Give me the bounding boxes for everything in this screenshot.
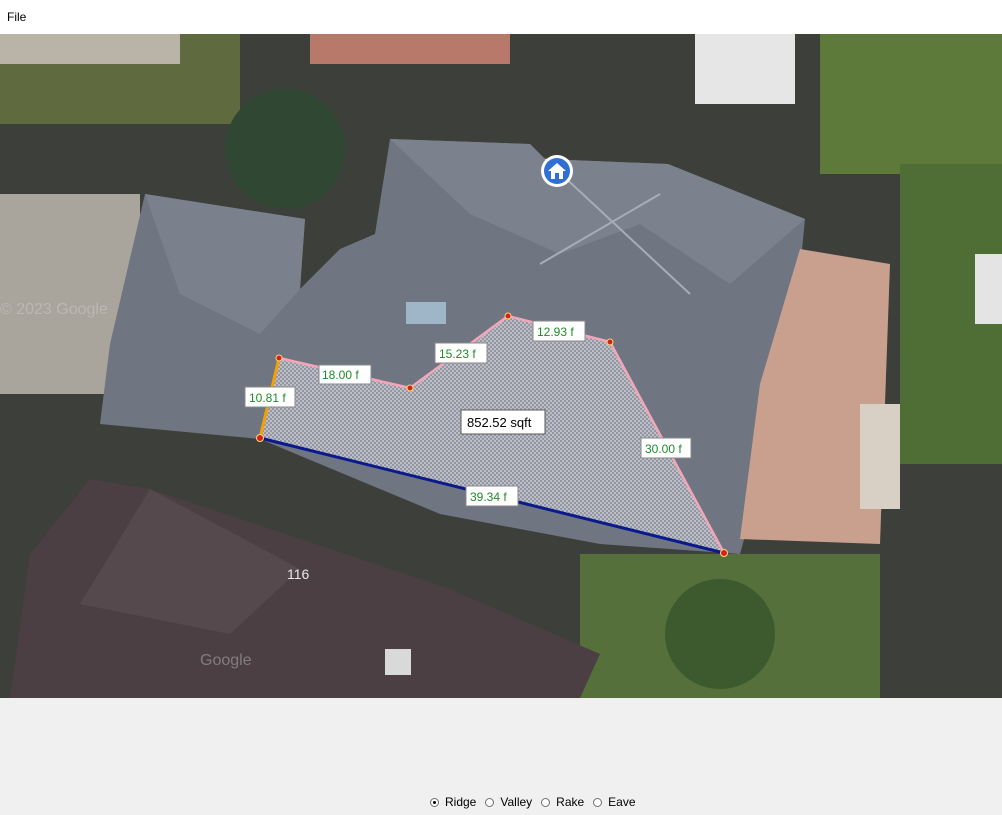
svg-text:30.00 f: 30.00 f <box>645 442 682 456</box>
radio-ridge-label: Ridge <box>445 795 477 809</box>
vertex-3 <box>406 384 414 392</box>
radio-valley-button[interactable] <box>485 797 495 807</box>
home-marker-icon[interactable] <box>541 155 573 187</box>
building-top-left <box>0 34 180 64</box>
radio-eave-label: Eave <box>608 795 636 809</box>
svg-text:12.93 f: 12.93 f <box>537 325 574 339</box>
area-label: 852.52 sqft <box>460 409 546 435</box>
map-watermark-bottom: Google <box>200 652 252 669</box>
svg-text:852.52 sqft: 852.52 sqft <box>467 415 532 430</box>
skylight <box>406 302 446 324</box>
vertex-1 <box>256 434 264 442</box>
radio-eave-button[interactable] <box>593 797 603 807</box>
radio-ridge-button[interactable] <box>430 797 439 807</box>
segment-label-2: 18.00 f <box>318 364 372 385</box>
vertex-2 <box>275 354 283 362</box>
map-canvas[interactable]: © 2023 Google Google 116 10.81 f 18.00 f… <box>0 34 1002 698</box>
vertex-6 <box>720 549 728 557</box>
radio-eave[interactable]: Eave <box>593 795 636 809</box>
lawn-top-right <box>820 34 1002 174</box>
radio-valley[interactable]: Valley <box>485 795 532 809</box>
building-top-center <box>310 34 510 64</box>
map-watermark: © 2023 Google <box>0 301 108 318</box>
tree-bottom <box>665 579 775 689</box>
satellite-map[interactable]: © 2023 Google Google 116 10.81 f 18.00 f… <box>0 34 1002 698</box>
svg-text:15.23 f: 15.23 f <box>439 347 476 361</box>
patio <box>860 404 900 509</box>
house-number-label: 116 <box>287 566 310 582</box>
shed-top <box>695 34 795 104</box>
edge-type-radio-group: Ridge Valley Rake Eave <box>430 793 645 811</box>
radio-rake[interactable]: Rake <box>541 795 584 809</box>
svg-text:18.00 f: 18.00 f <box>322 368 359 382</box>
radio-valley-label: Valley <box>500 795 533 809</box>
menu-bar: File <box>0 0 1002 34</box>
neighbor-vent <box>385 649 411 675</box>
radio-rake-button[interactable] <box>541 797 551 807</box>
radio-rake-label: Rake <box>556 795 585 809</box>
segment-label-5: 30.00 f <box>640 437 692 459</box>
structure-right <box>975 254 1002 324</box>
file-menu[interactable]: File <box>7 10 26 24</box>
segment-label-6: 39.34 f <box>465 485 519 507</box>
segment-label-4: 12.93 f <box>532 320 586 342</box>
segment-label-1: 10.81 f <box>244 386 296 408</box>
vertex-4 <box>504 312 512 320</box>
tree <box>225 89 345 209</box>
svg-text:39.34 f: 39.34 f <box>470 490 507 504</box>
svg-text:10.81 f: 10.81 f <box>249 391 286 405</box>
vertex-5 <box>606 338 614 346</box>
radio-ridge[interactable]: Ridge <box>430 795 476 809</box>
segment-label-3: 15.23 f <box>434 342 488 364</box>
